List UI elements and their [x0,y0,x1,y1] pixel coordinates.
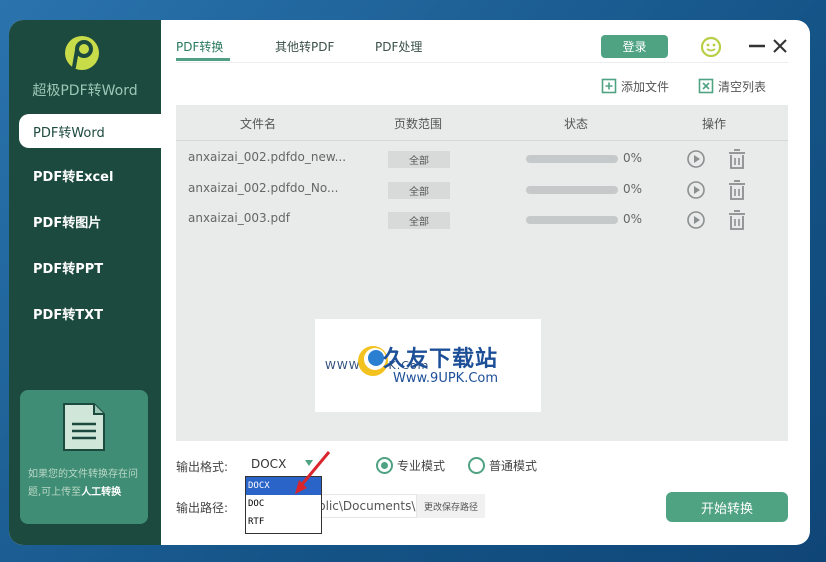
manual-convert-link[interactable]: 人工转换 [81,487,121,498]
play-icon[interactable] [686,180,706,200]
play-icon[interactable] [686,149,706,169]
watermark-url: Www.9UPK.Com [393,371,499,386]
active-tab-indicator [176,58,230,61]
app-name: 超极PDF转Word [32,83,138,99]
login-button[interactable]: 登录 [601,35,668,58]
app-window: 超极PDF转Word PDF转Word PDF转Excel PDF转图片 PDF… [9,20,810,545]
file-list-panel: 文件名 页数范围 状态 操作 anxaizai_002.pdfdo_new...… [176,105,788,441]
sidebar-item-pdf-to-excel[interactable]: PDF转Excel [19,158,161,192]
mode-pro-radio[interactable]: 专业模式 [376,457,445,474]
manual-convert-card[interactable]: 如果您的文件转换存在问题,可上传至人工转换 [20,390,148,524]
output-path-label: 输出路径: [176,501,229,515]
watermark-site-name: 久友下载站 [383,347,499,372]
table-row[interactable]: anxaizai_002.pdfdo_No... 全部 0% [176,174,788,204]
file-name: anxaizai_002.pdfdo_new... [188,150,347,164]
sidebar-item-pdf-to-ppt[interactable]: PDF转PPT [19,250,161,284]
document-icon [63,403,105,451]
format-option-doc[interactable]: DOC [246,495,321,513]
table-header: 文件名 页数范围 状态 操作 [176,105,788,141]
smile-icon[interactable] [700,36,722,58]
output-format-label: 输出格式: [176,460,229,474]
tab-pdf-convert[interactable]: PDF转换 [176,38,223,55]
close-icon[interactable] [771,36,789,56]
watermark: WWW.9UPK.Com 久友下载站 Www.9UPK.Com [315,319,541,412]
clear-list-icon [698,78,714,94]
add-file-icon [601,78,617,94]
table-row[interactable]: anxaizai_003.pdf 全部 0% [176,204,788,234]
tabs-divider [176,62,788,63]
format-option-rtf[interactable]: RTF [246,513,321,531]
column-header-page-range: 页数范围 [394,117,443,131]
file-name: anxaizai_003.pdf [188,211,290,225]
clear-list-label: 清空列表 [718,79,767,94]
table-row[interactable]: anxaizai_002.pdfdo_new... 全部 0% [176,143,788,173]
manual-convert-text: 如果您的文件转换存在问题,可上传至人工转换 [28,466,144,502]
radio-selected-icon [376,457,393,474]
progress-bar [526,216,618,224]
output-format-value: DOCX [251,457,287,471]
page-range-button[interactable]: 全部 [388,151,450,168]
sidebar-item-pdf-to-txt[interactable]: PDF转TXT [19,296,161,330]
progress-percent: 0% [623,212,643,226]
minimize-icon[interactable] [748,36,766,56]
trash-icon[interactable] [727,209,747,231]
annotation-arrow-icon [295,451,331,494]
page-range-button[interactable]: 全部 [388,182,450,199]
column-header-status: 状态 [564,117,589,131]
sidebar-item-pdf-to-image[interactable]: PDF转图片 [19,204,161,238]
add-file-label: 添加文件 [621,79,670,94]
mode-pro-label: 专业模式 [397,459,446,473]
page-range-button[interactable]: 全部 [388,212,450,229]
progress-percent: 0% [623,151,643,165]
file-name: anxaizai_002.pdfdo_No... [188,181,339,195]
app-logo-icon [65,36,99,70]
start-convert-button[interactable]: 开始转换 [666,492,788,522]
change-save-path-button[interactable]: 更改保存路径 [417,494,485,518]
main-area: PDF转换 其他转PDF PDF处理 登录 添加文件 清空列表 文件名 页数范围… [161,20,810,545]
mode-normal-radio[interactable]: 普通模式 [468,457,537,474]
trash-icon[interactable] [727,179,747,201]
clear-list-button[interactable]: 清空列表 [698,77,766,95]
add-file-button[interactable]: 添加文件 [601,77,669,95]
progress-percent: 0% [623,182,643,196]
column-header-actions: 操作 [702,117,727,131]
trash-icon[interactable] [727,148,747,170]
sidebar-item-pdf-to-word[interactable]: PDF转Word [19,114,161,148]
sidebar: 超极PDF转Word PDF转Word PDF转Excel PDF转图片 PDF… [9,20,161,545]
mode-normal-label: 普通模式 [489,459,538,473]
column-header-filename: 文件名 [240,117,277,131]
progress-bar [526,155,618,163]
tab-pdf-process[interactable]: PDF处理 [375,38,422,55]
play-icon[interactable] [686,210,706,230]
tab-other-to-pdf[interactable]: 其他转PDF [275,38,334,55]
progress-bar [526,186,618,194]
radio-unselected-icon [468,457,485,474]
